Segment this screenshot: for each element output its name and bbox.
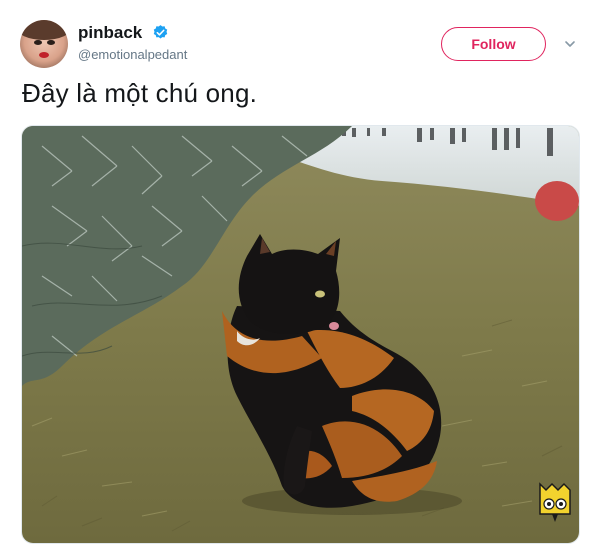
tweet-text: Đây là một chú ong. xyxy=(22,78,258,108)
avatar[interactable] xyxy=(20,20,68,68)
display-name[interactable]: pinback xyxy=(78,23,142,43)
user-handle[interactable]: @emotionalpedant xyxy=(78,47,187,62)
tweet-photo[interactable] xyxy=(21,125,580,544)
cat-photo-illustration xyxy=(22,126,579,543)
chevron-down-icon[interactable] xyxy=(563,37,577,51)
tweet-header: pinback @emotionalpedant Follow xyxy=(0,0,600,78)
verified-badge-icon xyxy=(153,25,168,39)
follow-button[interactable]: Follow xyxy=(441,27,546,61)
